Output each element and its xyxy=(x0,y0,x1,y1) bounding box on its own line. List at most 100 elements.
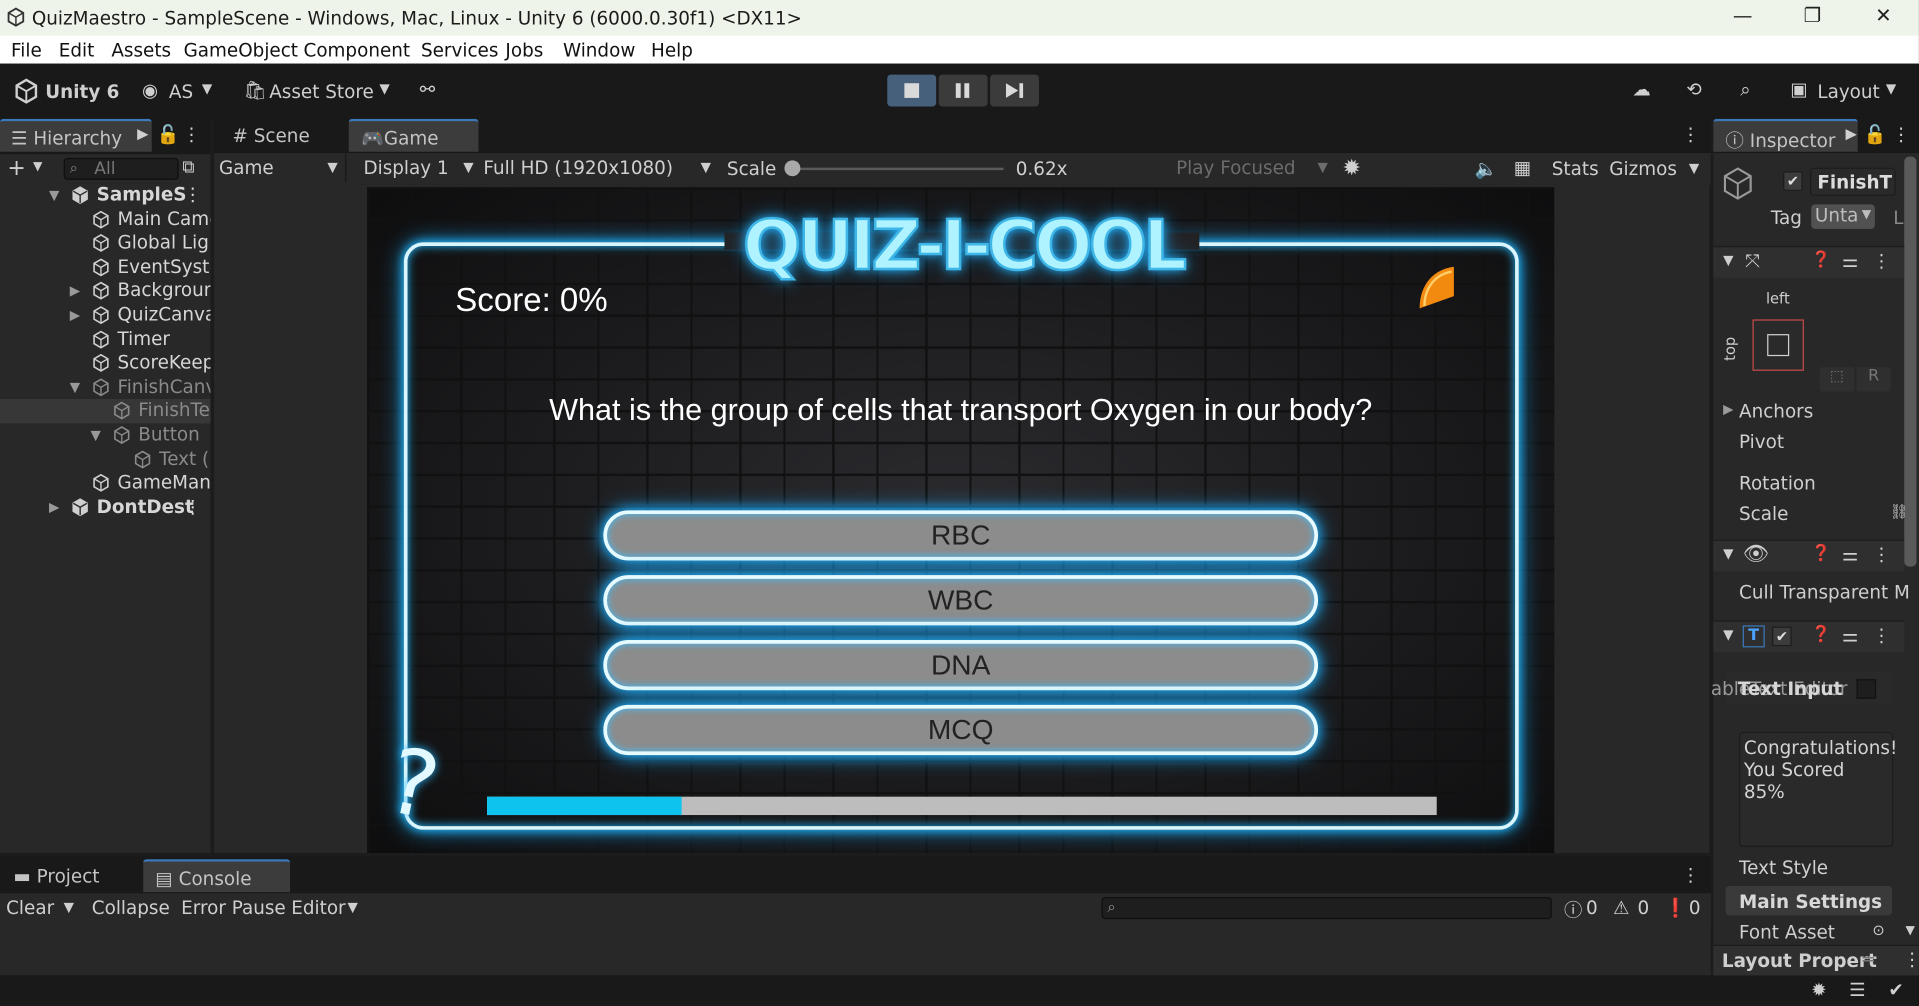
gizmos-button[interactable]: Gizmos xyxy=(1609,158,1677,180)
menu-edit[interactable]: Edit xyxy=(59,39,95,61)
tab-project[interactable]: ▬ Project xyxy=(2,859,137,892)
chevron-down-icon[interactable]: ▼ xyxy=(49,187,59,203)
lock-icon[interactable]: 🔓 xyxy=(157,124,180,146)
hierarchy-row[interactable]: Main Came xyxy=(0,208,210,232)
play-button[interactable] xyxy=(887,74,937,107)
add-icon[interactable]: + xyxy=(7,155,25,181)
cloud-icon[interactable]: ☁ xyxy=(1633,78,1651,100)
anchors-label[interactable]: Anchors xyxy=(1739,400,1813,422)
more-options-icon[interactable]: ⋮ xyxy=(1903,948,1919,970)
object-name-field[interactable]: FinishT xyxy=(1810,167,1896,196)
chevron-right-icon[interactable]: ▶ xyxy=(137,125,148,142)
scale-slider-handle[interactable] xyxy=(784,160,801,177)
console-search-input[interactable]: ⌕ xyxy=(1101,897,1552,920)
hierarchy-row[interactable]: GameMana xyxy=(0,471,210,495)
account-button[interactable]: AS xyxy=(169,81,193,103)
more-options-icon[interactable]: ⋮ xyxy=(1682,864,1700,886)
text-input-area[interactable]: Congratulations! You Scored 85% xyxy=(1739,731,1897,847)
bug-icon[interactable]: ✹ xyxy=(1811,979,1826,1001)
drag-handle-icon[interactable]: ═ xyxy=(1863,948,1874,970)
scene-visibility-icon[interactable]: ⧉ xyxy=(182,158,194,178)
menu-file[interactable]: File xyxy=(11,39,42,61)
clear-button[interactable]: Clear ▼ xyxy=(0,893,81,922)
canvas-renderer-header[interactable]: ▼ 👁 ❓ ⚌ ⋮ xyxy=(1713,539,1905,572)
menu-jobs[interactable]: Jobs xyxy=(505,39,543,61)
error-pause-button[interactable]: Error Pause xyxy=(175,893,286,922)
scroll-down-icon[interactable]: ▼ xyxy=(1905,924,1914,937)
layers-icon[interactable]: ☰ xyxy=(1849,979,1865,1001)
chevron-right-icon[interactable]: ▶ xyxy=(70,283,80,299)
error-icon[interactable]: ❗ xyxy=(1664,897,1687,919)
rect-transform-header[interactable]: ▼ ⤧ ❓ ⚌ ⋮ xyxy=(1713,245,1905,278)
stats-button[interactable]: Stats xyxy=(1552,158,1599,180)
hierarchy-row[interactable]: Text ( xyxy=(0,447,210,471)
constrain-icon[interactable]: ⛓ xyxy=(1890,503,1909,520)
chevron-right-icon[interactable]: ▶ xyxy=(70,307,80,323)
help-icon[interactable]: ❓ xyxy=(1811,545,1831,563)
bug-icon[interactable]: ✹ xyxy=(1343,155,1361,181)
active-checkbox[interactable]: ✔ xyxy=(1783,171,1803,191)
help-icon[interactable]: ❓ xyxy=(1811,625,1831,643)
hierarchy-row[interactable]: ScoreKeep xyxy=(0,351,210,375)
chevron-right-icon[interactable]: ▶ xyxy=(49,499,59,515)
tag-dropdown[interactable]: Untа ▼ xyxy=(1811,204,1875,229)
chevron-down-icon[interactable]: ▼ xyxy=(1723,627,1733,643)
answer-button-3[interactable]: DNA xyxy=(603,640,1319,691)
audio-icon[interactable]: 🔈 xyxy=(1475,158,1498,180)
tab-hierarchy[interactable]: ☰ Hierarchy xyxy=(0,118,152,152)
blueprint-mode-button[interactable]: ⬚ xyxy=(1819,367,1855,392)
unity-version-label[interactable]: Unity 6 xyxy=(45,81,119,103)
chevron-right-icon[interactable]: ▶ xyxy=(1845,125,1856,142)
search-icon[interactable]: ⌕ xyxy=(1740,78,1750,100)
preset-icon[interactable]: ⚌ xyxy=(1842,543,1858,565)
more-options-icon[interactable]: ⋮ xyxy=(1872,543,1890,565)
account-icon[interactable]: ◉ xyxy=(142,80,158,102)
chevron-down-icon[interactable]: ▼ xyxy=(1723,252,1733,268)
more-options-icon[interactable]: ⋮ xyxy=(184,184,202,206)
close-button[interactable]: ✕ xyxy=(1855,4,1911,33)
asset-store-button[interactable]: Asset Store xyxy=(269,81,374,103)
hierarchy-row[interactable]: ▼ FinishCanv xyxy=(0,375,211,399)
history-icon[interactable]: ⟲ xyxy=(1686,78,1701,100)
chevron-down-icon[interactable]: ▼ xyxy=(70,379,80,395)
hierarchy-row[interactable]: FinishTe xyxy=(0,399,211,424)
hierarchy-row[interactable]: ▼ SampleS ⋮ xyxy=(0,184,210,208)
maximize-button[interactable]: ❐ xyxy=(1784,4,1840,33)
help-icon[interactable]: ❓ xyxy=(1811,251,1831,269)
game-mode-dropdown[interactable]: Game ▼ xyxy=(217,152,347,183)
menu-help[interactable]: Help xyxy=(651,39,693,61)
hierarchy-search-input[interactable]: ⌕ All xyxy=(63,157,179,180)
tab-scene[interactable]: # Scene xyxy=(220,119,342,152)
preset-icon[interactable]: ⚌ xyxy=(1842,624,1858,646)
lock-icon[interactable]: 🔓 xyxy=(1864,124,1887,146)
warning-icon[interactable]: ⚠ xyxy=(1613,897,1629,919)
main-settings-label[interactable]: Main Settings xyxy=(1739,891,1882,913)
version-control-icon[interactable]: ⚯ xyxy=(420,78,435,100)
chevron-down-icon[interactable]: ▼ xyxy=(1886,81,1896,97)
more-options-icon[interactable]: ⋮ xyxy=(182,124,200,146)
layout-properties-header[interactable]: Layout Propert ═ ⋮ xyxy=(1713,944,1919,976)
display-dropdown[interactable]: Display 1 ▼ xyxy=(359,153,473,182)
hierarchy-row[interactable]: Timer xyxy=(0,327,210,351)
hierarchy-row[interactable]: ▶ DontDest ⋮ xyxy=(0,495,210,519)
answer-button-4[interactable]: MCQ xyxy=(603,704,1319,756)
chevron-down-icon[interactable]: ▼ xyxy=(33,160,42,173)
preset-icon[interactable]: ⚌ xyxy=(1842,250,1858,272)
step-button[interactable] xyxy=(990,74,1040,107)
chevron-down-icon[interactable]: ▼ xyxy=(1723,546,1733,562)
chevron-down-icon[interactable]: ▼ xyxy=(379,81,389,97)
chevron-right-icon[interactable]: ▶ xyxy=(1723,401,1733,417)
aspect-grid-icon[interactable]: ▦ xyxy=(1514,157,1531,179)
chevron-down-icon[interactable]: ▼ xyxy=(202,81,212,97)
textmeshpro-header[interactable]: ▼ T ✔ ❓ ⚌ ⋮ xyxy=(1713,620,1905,653)
minimize-button[interactable]: — xyxy=(1715,4,1771,33)
more-options-icon[interactable]: ⋮ xyxy=(1872,624,1890,646)
more-options-icon[interactable]: ⋮ xyxy=(1872,250,1890,272)
answer-button-2[interactable]: WBC xyxy=(603,575,1319,626)
scale-slider[interactable] xyxy=(784,160,1004,177)
hierarchy-row[interactable]: ▶ QuizCanva xyxy=(0,304,211,328)
hierarchy-row[interactable]: Global Ligh xyxy=(0,232,210,256)
menu-gameobject[interactable]: GameObject xyxy=(184,39,298,61)
hierarchy-row[interactable]: ▶ Backgroun xyxy=(0,280,211,304)
editor-dropdown[interactable]: Editor ▼ xyxy=(286,893,364,922)
